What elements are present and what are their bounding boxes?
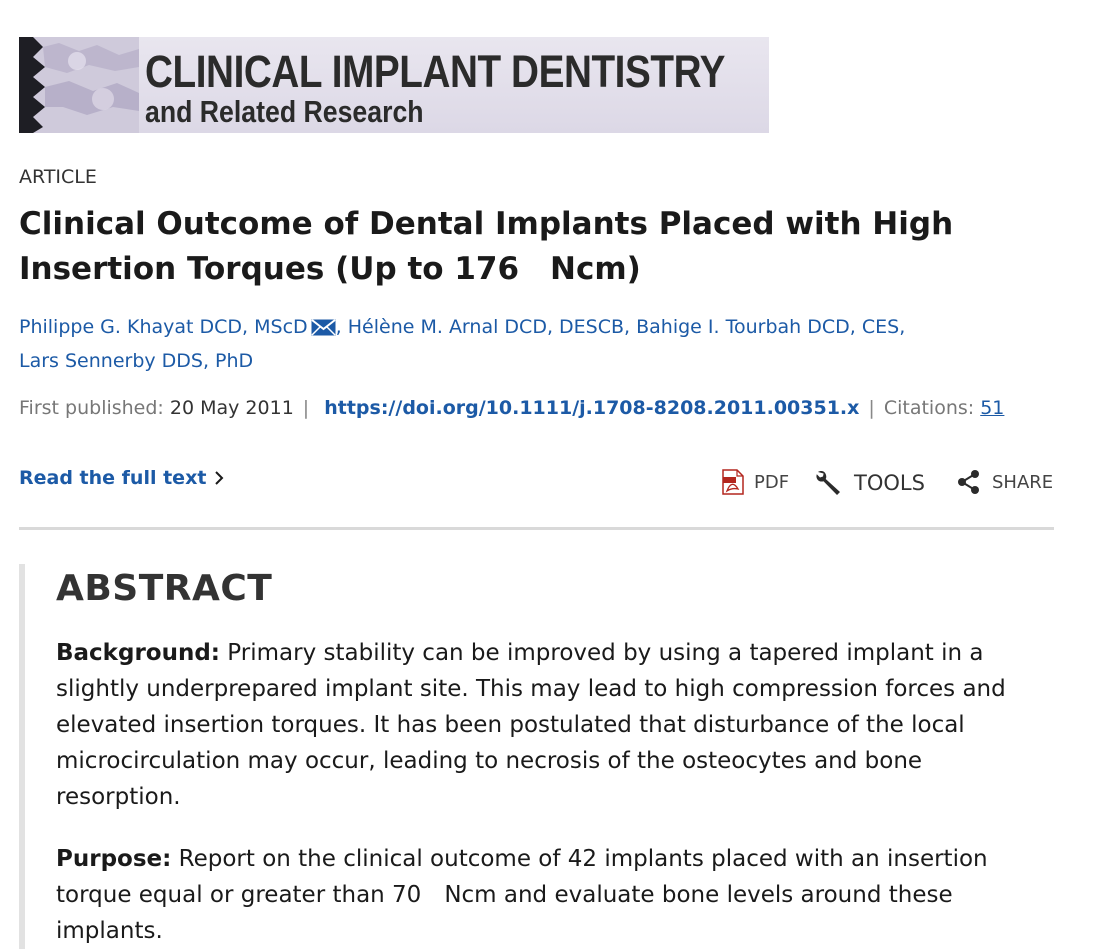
- dental-implant-banner-art: [19, 37, 139, 133]
- abstract-purpose: Purpose: Report on the clinical outcome …: [56, 841, 1046, 949]
- abstract-section: ABSTRACT Background: Primary stability c…: [19, 564, 1054, 949]
- envelope-icon[interactable]: [311, 315, 336, 346]
- publication-meta: First published: 20 May 2011 | https://do…: [19, 397, 1005, 419]
- author-link[interactable]: Bahige I. Tourbah DCD, CES: [636, 316, 899, 338]
- tools-button[interactable]: TOOLS: [814, 469, 925, 497]
- pdf-label: PDF: [754, 471, 790, 493]
- author-link[interactable]: Lars Sennerby DDS, PhD: [19, 350, 253, 372]
- first-published-date: 20 May 2011: [169, 397, 294, 419]
- author-list: Philippe G. Khayat DCD, MScD, Hélène M. …: [19, 315, 906, 372]
- share-icon: [958, 470, 979, 494]
- journal-title-line2: and Related Research: [145, 94, 424, 129]
- doi-link[interactable]: https://doi.org/10.1111/j.1708-8208.2011…: [324, 397, 859, 419]
- share-button[interactable]: SHARE: [956, 469, 1053, 495]
- background-label: Background:: [56, 640, 220, 666]
- abstract-background: Background: Primary stability can be imp…: [56, 635, 1046, 815]
- author-link[interactable]: Hélène M. Arnal DCD, DESCB: [348, 316, 624, 338]
- read-full-text-link[interactable]: Read the full text: [19, 467, 224, 489]
- journal-title-line1: CLINICAL IMPLANT DENTISTRY: [145, 46, 726, 97]
- purpose-label: Purpose:: [56, 846, 172, 872]
- tools-label: TOOLS: [854, 471, 925, 495]
- journal-banner[interactable]: CLINICAL IMPLANT DENTISTRY and Related R…: [19, 37, 769, 133]
- abstract-heading: ABSTRACT: [56, 568, 273, 609]
- wrench-icon: [816, 471, 840, 495]
- citations-count[interactable]: 51: [980, 397, 1004, 419]
- read-full-text-label: Read the full text: [19, 467, 207, 489]
- chevron-right-icon: [215, 471, 224, 485]
- article-type: ARTICLE: [19, 166, 97, 188]
- author-link[interactable]: Philippe G. Khayat DCD, MScD: [19, 316, 308, 338]
- article-page: CLINICAL IMPLANT DENTISTRY and Related R…: [19, 37, 1054, 949]
- purpose-text: Report on the clinical outcome of 42 imp…: [56, 846, 988, 944]
- share-label: SHARE: [992, 471, 1054, 493]
- first-published-label: First published:: [19, 397, 164, 419]
- article-actions-bar: Read the full text PDF TOOLS SHARE: [19, 467, 1054, 530]
- article-title: Clinical Outcome of Dental Implants Plac…: [19, 206, 954, 287]
- pdf-file-icon: [722, 469, 744, 495]
- citations-label: Citations:: [883, 397, 975, 419]
- pdf-button[interactable]: PDF: [722, 469, 789, 495]
